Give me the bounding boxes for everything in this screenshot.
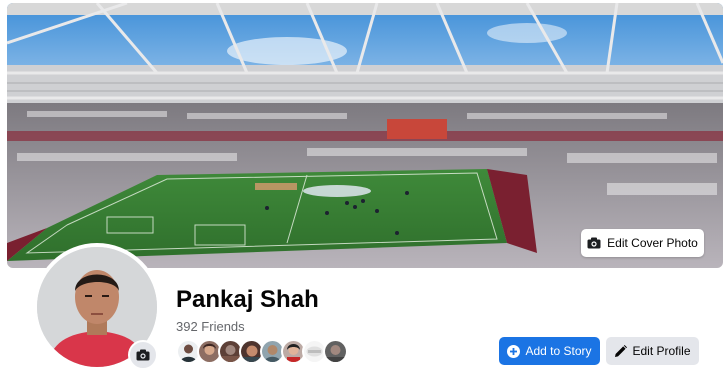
- add-to-story-label: Add to Story: [525, 344, 592, 358]
- edit-cover-photo-button[interactable]: Edit Cover Photo: [581, 229, 704, 257]
- add-to-story-button[interactable]: Add to Story: [499, 337, 600, 365]
- update-profile-picture-button[interactable]: [128, 340, 158, 370]
- friend-avatar[interactable]: [323, 339, 348, 364]
- friends-count[interactable]: 392 Friends: [176, 319, 245, 334]
- camera-icon: [136, 349, 150, 361]
- friend-avatars-list: [176, 339, 348, 365]
- profile-name: Pankaj Shah: [176, 286, 319, 313]
- plus-circle-icon: [507, 344, 521, 358]
- edit-profile-label: Edit Profile: [632, 344, 691, 358]
- edit-profile-button[interactable]: Edit Profile: [606, 337, 699, 365]
- pencil-icon: [615, 344, 628, 357]
- edit-cover-photo-label: Edit Cover Photo: [607, 236, 698, 250]
- camera-icon: [587, 237, 601, 249]
